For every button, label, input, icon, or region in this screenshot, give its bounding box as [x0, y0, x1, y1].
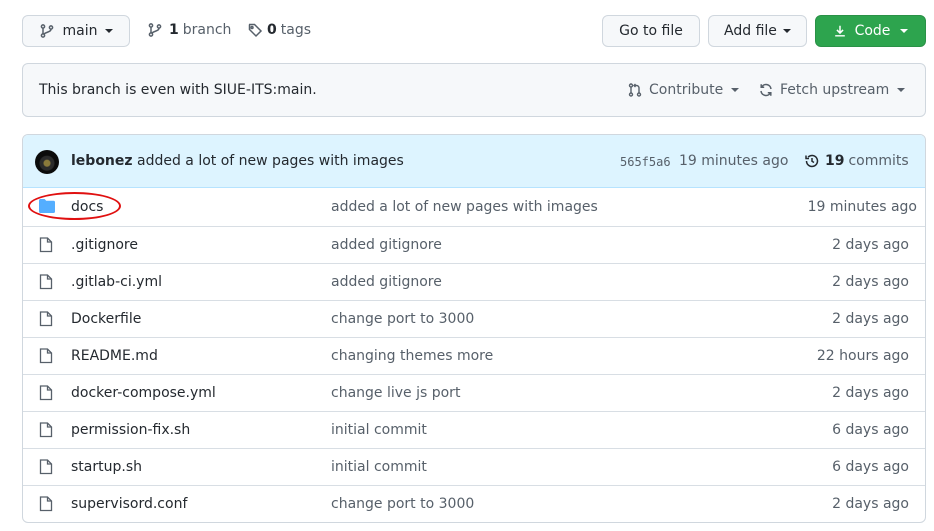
table-row[interactable]: docs added a lot of new pages with images…: [23, 189, 925, 226]
go-to-file-label: Go to file: [619, 23, 683, 39]
file-name-link[interactable]: Dockerfile: [71, 311, 141, 327]
file-commit-time: 22 hours ago: [816, 348, 909, 364]
branches-link[interactable]: 1 branch: [147, 22, 231, 38]
commits-count: 19: [825, 153, 845, 169]
git-branch-icon: [39, 23, 55, 39]
branches-count: 1: [169, 22, 179, 38]
file-name-link[interactable]: docs: [71, 199, 103, 215]
commits-link[interactable]: 19 commits: [804, 153, 909, 169]
branch-status-box: This branch is even with SIUE-ITS:main. …: [22, 63, 926, 117]
contribute-dropdown[interactable]: Contribute: [627, 82, 740, 98]
file-icon: [39, 385, 53, 401]
file-commit-message[interactable]: change port to 3000: [331, 496, 474, 512]
git-branch-icon: [147, 22, 163, 38]
tags-count: 0: [267, 22, 277, 38]
download-icon: [833, 24, 847, 38]
chevron-down-icon: [782, 29, 791, 33]
add-file-button[interactable]: Add file: [708, 15, 807, 47]
file-name-link[interactable]: .gitignore: [71, 237, 138, 253]
file-commit-time: 2 days ago: [832, 237, 909, 253]
file-name-link[interactable]: permission-fix.sh: [71, 422, 190, 438]
file-name-link[interactable]: startup.sh: [71, 459, 142, 475]
file-name-link[interactable]: .gitlab-ci.yml: [71, 274, 162, 290]
chevron-down-icon: [105, 29, 114, 33]
file-commit-time: 6 days ago: [832, 459, 909, 475]
file-icon: [39, 496, 53, 512]
file-commit-time: 2 days ago: [832, 385, 909, 401]
sync-icon: [758, 82, 774, 98]
history-icon: [804, 153, 820, 169]
fetch-upstream-label: Fetch upstream: [780, 82, 890, 98]
file-commit-message[interactable]: added gitignore: [331, 237, 442, 253]
commit-sha[interactable]: 565f5a6: [620, 155, 671, 169]
tags-link[interactable]: 0 tags: [247, 22, 311, 38]
table-row[interactable]: permission-fix.sh initial commit 6 days ag…: [23, 411, 925, 448]
latest-commit-bar: lebonez added a lot of new pages with im…: [23, 135, 925, 188]
table-row[interactable]: .gitignore added gitignore 2 days ago: [23, 226, 925, 263]
table-row[interactable]: .gitlab-ci.yml added gitignore 2 days ago: [23, 263, 925, 300]
file-name-link[interactable]: README.md: [71, 348, 158, 364]
file-commit-time: 19 minutes ago: [807, 199, 917, 215]
file-icon: [39, 422, 53, 438]
table-row[interactable]: README.md changing themes more 22 hours ag…: [23, 337, 925, 374]
file-icon: [39, 348, 53, 364]
file-commit-message[interactable]: initial commit: [331, 459, 427, 475]
file-commit-message[interactable]: change live js port: [331, 385, 460, 401]
table-row[interactable]: startup.sh initial commit 6 days ago: [23, 448, 925, 485]
file-commit-message[interactable]: change port to 3000: [331, 311, 474, 327]
file-icon: [39, 311, 53, 327]
file-name-link[interactable]: docker-compose.yml: [71, 385, 216, 401]
avatar[interactable]: [35, 150, 59, 174]
chevron-down-icon: [897, 88, 906, 92]
code-label: Code: [854, 23, 891, 39]
chevron-down-icon: [900, 29, 909, 33]
branch-select-label: main: [62, 23, 98, 39]
add-file-label: Add file: [724, 23, 777, 39]
folder-icon: [39, 199, 55, 213]
contribute-label: Contribute: [649, 82, 724, 98]
file-commit-time: 2 days ago: [832, 311, 909, 327]
commits-label: commits: [848, 153, 909, 169]
file-name-link[interactable]: supervisord.conf: [71, 496, 187, 512]
table-row[interactable]: supervisord.conf change port to 3000 2 day…: [23, 485, 925, 522]
tag-icon: [247, 22, 263, 38]
pull-request-icon: [627, 82, 643, 98]
file-commit-message[interactable]: added a lot of new pages with images: [331, 199, 598, 215]
commit-author[interactable]: lebonez: [71, 153, 133, 169]
branches-label: branch: [182, 22, 232, 38]
file-icon: [39, 237, 53, 253]
file-icon: [39, 459, 53, 475]
tags-label: tags: [280, 22, 311, 38]
file-commit-time: 2 days ago: [832, 274, 909, 290]
file-commit-message[interactable]: added gitignore: [331, 274, 442, 290]
commit-message[interactable]: added a lot of new pages with images: [137, 153, 404, 169]
file-commit-message[interactable]: initial commit: [331, 422, 427, 438]
file-icon: [39, 274, 53, 290]
branch-select-button[interactable]: main: [22, 15, 130, 47]
file-commit-message[interactable]: changing themes more: [331, 348, 493, 364]
fetch-upstream-dropdown[interactable]: Fetch upstream: [758, 82, 906, 98]
table-row[interactable]: docker-compose.yml change live js port 2 d…: [23, 374, 925, 411]
code-button[interactable]: Code: [815, 15, 926, 47]
file-commit-time: 6 days ago: [832, 422, 909, 438]
chevron-down-icon: [731, 88, 740, 92]
branch-status-text: This branch is even with SIUE-ITS:main.: [39, 82, 317, 98]
go-to-file-button[interactable]: Go to file: [602, 15, 700, 47]
commit-time: 19 minutes ago: [679, 153, 789, 169]
file-browser: lebonez added a lot of new pages with im…: [22, 134, 926, 523]
file-commit-time: 2 days ago: [832, 496, 909, 512]
table-row[interactable]: Dockerfile change port to 3000 2 days ago: [23, 300, 925, 337]
